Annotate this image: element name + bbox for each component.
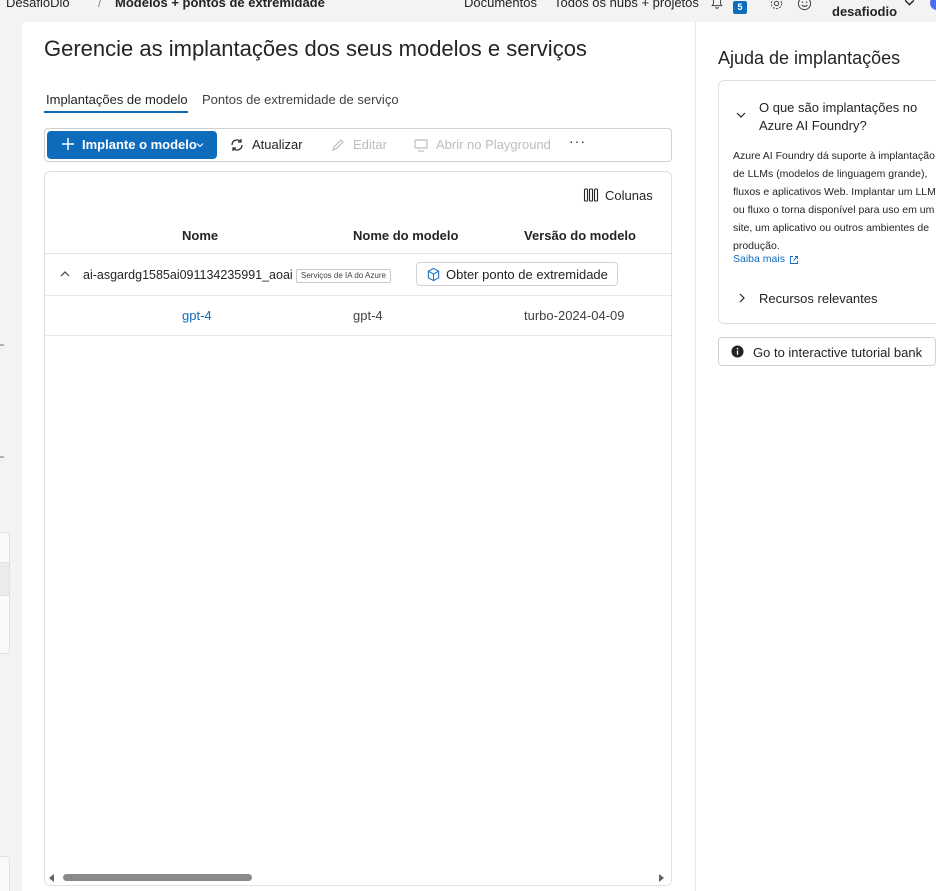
tutorial-bank-label: Go to interactive tutorial bank: [753, 345, 923, 360]
main-content: Gerencie as implantações dos seus modelo…: [22, 22, 695, 891]
chevron-up-icon[interactable]: [59, 268, 71, 280]
external-link-icon[interactable]: [789, 255, 799, 265]
horizontal-scrollbar[interactable]: [45, 870, 671, 885]
all-hubs-link[interactable]: Todos os hubs + projetos: [554, 0, 699, 10]
group-resource-name: ai-asgardg1585ai091134235991_aoai: [83, 268, 293, 282]
edit-pencil-icon: [332, 139, 344, 151]
get-endpoint-button[interactable]: Obter ponto de extremidade: [416, 262, 618, 286]
avatar[interactable]: [930, 0, 936, 10]
column-header-name[interactable]: Nome: [182, 228, 218, 243]
documents-link[interactable]: Documentos: [464, 0, 537, 10]
model-version-cell: turbo-2024-04-09: [524, 308, 625, 323]
nav-bottom-edge[interactable]: [0, 856, 10, 891]
plus-icon: [62, 138, 74, 150]
user-name[interactable]: desafiodio: [832, 4, 897, 19]
column-header-model-version[interactable]: Versão do modelo: [524, 228, 636, 243]
toolbar: Implante o modelo Atualizar Editar Abrir…: [44, 128, 672, 162]
playground-icon: [414, 139, 428, 152]
chevron-down-icon[interactable]: [903, 0, 916, 9]
deploy-model-button[interactable]: Implante o modelo: [47, 131, 217, 159]
nav-marker: [0, 456, 4, 458]
feedback-smile-icon[interactable]: [797, 0, 812, 11]
bell-icon[interactable]: [710, 0, 724, 10]
scrollbar-thumb[interactable]: [63, 874, 252, 881]
get-endpoint-label: Obter ponto de extremidade: [446, 267, 608, 282]
model-name-cell: gpt-4: [353, 308, 383, 323]
notification-count-badge[interactable]: 5: [733, 1, 747, 14]
columns-icon: [583, 188, 599, 202]
help-panel: Ajuda de implantações O que são implanta…: [695, 22, 936, 891]
project-switch-chevron-icon[interactable]: ⌃: [73, 0, 81, 6]
chevron-down-icon[interactable]: [735, 109, 747, 121]
service-type-badge: Serviços de IA do Azure: [296, 269, 391, 283]
refresh-icon[interactable]: [229, 137, 245, 153]
chevron-down-icon: [196, 143, 204, 148]
refresh-button[interactable]: Atualizar: [252, 137, 303, 152]
breadcrumb-project[interactable]: DesafioDio: [6, 0, 70, 10]
top-bar: DesafioDio ⌃ / Modelos + pontos de extre…: [0, 0, 936, 22]
nav-selected-item-edge[interactable]: [0, 562, 10, 596]
open-in-playground-button[interactable]: Abrir no Playground: [436, 137, 551, 152]
relevant-resources-toggle[interactable]: Recursos relevantes: [759, 291, 878, 306]
scroll-left-arrow-icon[interactable]: [49, 874, 54, 882]
active-tab-indicator: [44, 111, 188, 113]
gear-icon[interactable]: [769, 0, 784, 11]
learn-more-link[interactable]: Saiba mais: [733, 253, 785, 265]
scroll-right-arrow-icon[interactable]: [659, 874, 664, 882]
breadcrumb-separator: /: [98, 0, 102, 10]
group-row: ai-asgardg1585ai091134235991_aoai Serviç…: [45, 254, 671, 296]
faq-answer: Azure AI Foundry dá suporte à implantaçã…: [733, 150, 936, 252]
table-row[interactable]: gpt-4 gpt-4 turbo-2024-04-09: [45, 296, 671, 336]
deploy-model-label: Implante o modelo: [82, 137, 197, 152]
help-card: O que são implantações no Azure AI Found…: [718, 80, 936, 324]
more-options-button[interactable]: ···: [569, 133, 586, 149]
grid-header-row: Nome Nome do modelo Versão do modelo: [45, 217, 671, 254]
tab-model-deployments[interactable]: Implantações de modelo: [46, 92, 188, 107]
help-panel-title: Ajuda de implantações: [718, 48, 901, 68]
endpoint-cube-icon: [427, 267, 440, 282]
nav-marker: [0, 344, 4, 346]
info-icon: [731, 345, 744, 358]
edit-button[interactable]: Editar: [353, 137, 387, 152]
breadcrumb-page[interactable]: Modelos + pontos de extremidade: [115, 0, 325, 10]
chevron-right-icon[interactable]: [737, 292, 747, 304]
left-nav-edge: [0, 22, 10, 891]
columns-label: Colunas: [605, 188, 653, 203]
page-title: Gerencie as implantações dos seus modelo…: [44, 36, 587, 61]
tab-service-endpoints[interactable]: Pontos de extremidade de serviço: [202, 92, 399, 107]
faq-question[interactable]: O que são implantações no Azure AI Found…: [759, 99, 936, 135]
tutorial-bank-button[interactable]: Go to interactive tutorial bank: [718, 337, 936, 366]
deployment-name-link[interactable]: gpt-4: [182, 308, 212, 323]
column-header-model-name[interactable]: Nome do modelo: [353, 228, 458, 243]
deployments-grid: Colunas Nome Nome do modelo Versão do mo…: [44, 171, 672, 886]
